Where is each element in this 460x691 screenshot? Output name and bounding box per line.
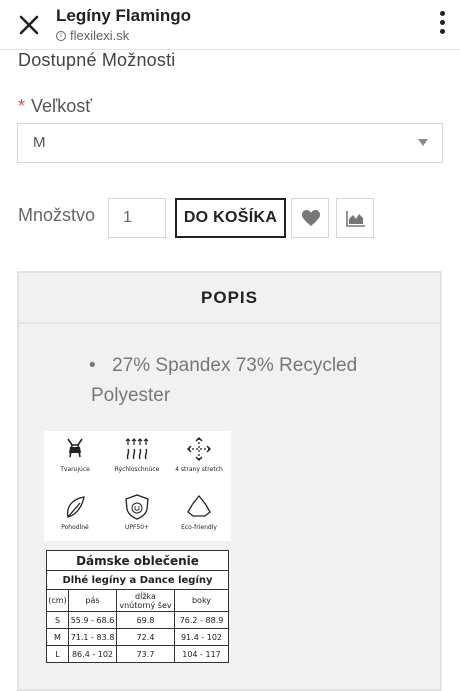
quantity-input[interactable]: 1	[108, 198, 166, 238]
info-icon: i	[56, 30, 66, 41]
chart-icon	[346, 211, 365, 227]
table-cell: 91.4 - 102	[174, 628, 229, 646]
feature-label: UPF50+	[124, 524, 150, 531]
tab-description[interactable]: POPIS	[19, 273, 440, 324]
page-url-text: flexilexi.sk	[70, 28, 130, 43]
table-row: L 86.4 - 102 73.7 104 - 117	[46, 645, 229, 663]
quick-dry-icon	[125, 438, 149, 460]
size-chart-header: dĺžka vnútorný šev	[116, 589, 175, 612]
page-title: Legíny Flamingo	[56, 6, 192, 25]
compare-button[interactable]	[336, 198, 374, 238]
feature-label: Tvarujúce	[60, 466, 90, 473]
table-cell: S	[46, 611, 69, 629]
chevron-down-icon	[418, 139, 428, 146]
table-row: S 55.9 - 68.6 69.8 76.2 - 88.9	[46, 611, 229, 629]
table-cell: 86.4 - 102	[68, 645, 117, 663]
recycle-icon	[187, 494, 211, 517]
available-options-heading: Dostupné Možnosti	[18, 50, 176, 70]
size-chart-header: boky	[174, 589, 229, 612]
add-to-cart-button[interactable]: DO KOŠÍKA	[175, 198, 286, 238]
table-cell: 72.4	[116, 628, 175, 646]
size-chart-title: Dámske oblečenie	[46, 550, 229, 571]
uv-shield-icon	[125, 494, 149, 520]
table-cell: M	[46, 628, 69, 646]
table-cell: 55.9 - 68.6	[68, 611, 117, 629]
feature-stretch: 4 strany stretch	[168, 435, 230, 473]
heart-icon	[302, 210, 320, 226]
feature-icons-panel: Tvarujúce Rýchloschnúce 4 strany stretch…	[44, 431, 231, 541]
size-label: * Veľkosť	[18, 96, 92, 117]
table-cell: 69.8	[116, 611, 175, 629]
wishlist-button[interactable]	[291, 198, 329, 238]
description-material: 27% Spandex 73% Recycled Polyester	[91, 355, 358, 406]
more-menu-button[interactable]	[438, 11, 446, 37]
shaping-icon	[67, 438, 83, 458]
quantity-label: Množstvo	[18, 205, 96, 225]
size-chart-header: pás	[68, 589, 117, 612]
browser-toolbar: Legíny Flamingo i flexilexi.sk	[0, 0, 460, 50]
feather-icon	[66, 496, 85, 518]
description-tab-panel: POPIS • 27% Spandex 73% Recycled Polyest…	[17, 271, 442, 691]
table-cell: 76.2 - 88.9	[174, 611, 229, 629]
page-url[interactable]: i flexilexi.sk	[56, 28, 129, 43]
table-row: M 71.1 - 83.8 72.4 91.4 - 102	[46, 628, 229, 646]
size-chart-table: Dámske oblečenie Dlhé legíny a Dance leg…	[46, 550, 229, 663]
table-cell: 71.1 - 83.8	[68, 628, 117, 646]
table-cell: 104 - 117	[174, 645, 229, 663]
feature-upf: UPF50+	[106, 493, 168, 531]
close-icon	[19, 15, 39, 35]
close-button[interactable]	[14, 10, 44, 40]
feature-label: Rýchloschnúce	[114, 466, 160, 473]
more-vertical-icon	[439, 11, 445, 16]
table-cell: L	[46, 645, 69, 663]
feature-label: 4 strany stretch	[175, 466, 223, 473]
feature-eco: Eco-friendly	[168, 493, 230, 531]
feature-quick-dry: Rýchloschnúce	[106, 435, 168, 473]
size-select[interactable]: M	[17, 123, 443, 163]
description-text: 27% Spandex 73% Recycled Polyester	[91, 351, 391, 411]
required-mark: *	[18, 96, 26, 116]
stretch-icon	[187, 437, 211, 461]
table-cell: 73.7	[116, 645, 175, 663]
size-select-value: M	[33, 134, 46, 151]
size-label-text: Veľkosť	[31, 96, 93, 116]
feature-label: Eco-friendly	[181, 524, 217, 531]
size-chart-subtitle: Dlhé legíny a Dance legíny	[46, 570, 229, 590]
feature-comfort: Pohodlné	[44, 493, 106, 531]
feature-shaping: Tvarujúce	[44, 435, 106, 473]
feature-label: Pohodlné	[61, 524, 89, 531]
size-chart-header: (cm)	[46, 589, 69, 612]
